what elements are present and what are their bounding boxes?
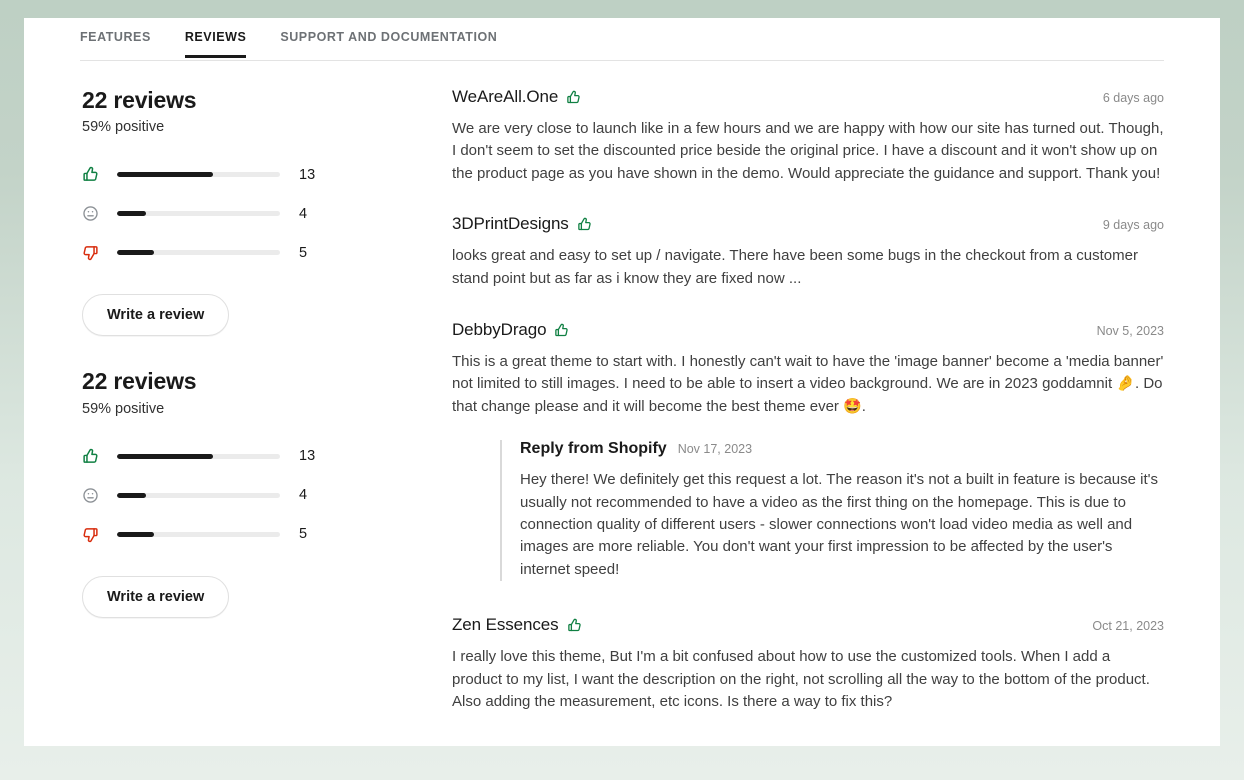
review-author-wrap: 3DPrintDesigns [452, 214, 592, 234]
rating-bar-track [117, 453, 280, 459]
positive-percentage: 59% positive [82, 119, 165, 136]
reply-body: Hey there! We definitely get this reques… [520, 471, 1159, 578]
rating-count-neutral: 4 [299, 487, 308, 504]
star-struck-emoji: 🤩 [843, 397, 862, 415]
write-a-review-button[interactable]: Write a review [82, 294, 230, 337]
review-author-name: WeAreAll.One [452, 87, 559, 106]
review-date: Oct 21, 2023 [1092, 619, 1164, 634]
rating-bar-fill [117, 250, 155, 256]
tab-features-label: FEATURES [80, 30, 151, 44]
thumbs-up-icon [577, 217, 592, 232]
thumbs-up-icon [82, 166, 108, 183]
rating-bar-track [117, 250, 280, 256]
review-author-wrap: DebbyDrago [452, 320, 569, 340]
shopify-reply: Reply from Shopify Nov 17, 2023 Hey ther… [500, 440, 1164, 582]
rating-bar-positive: 13 [82, 155, 452, 194]
review-body-part1: This is a great theme to start with. I h… [452, 353, 1164, 393]
review-item: 3DPrintDesigns 9 days ago looks great an… [452, 214, 1164, 290]
review-date: 6 days ago [1102, 91, 1164, 105]
review-count-heading: 22 reviews [82, 87, 197, 113]
tab-support-and-documentation-label: SUPPORT AND DOCUMENTATION [280, 30, 498, 44]
rating-bar-fill [117, 453, 214, 459]
review-item: DebbyDrago Nov 5, 2023 This is a great t… [452, 320, 1164, 582]
review-author-name: DebbyDrago [452, 320, 547, 340]
review-date: Nov 5, 2023 [1096, 324, 1164, 339]
rating-bar-positive: 13 [82, 437, 452, 476]
thumbs-up-icon [566, 90, 581, 105]
review-body: looks great and easy to set up / navigat… [452, 247, 1138, 287]
review-header: Zen Essences Oct 21, 2023 [452, 615, 1164, 635]
rating-bar-neutral: 4 [82, 476, 452, 515]
rating-bar-track [117, 172, 280, 178]
review-body: This is a great theme to start with. I h… [452, 351, 1164, 418]
page-columns: 22 reviews 59% positive 13 4 5 Write a r… [24, 61, 1220, 739]
review-summary-block: 22 reviews 59% positive 13 4 5 Write a r… [82, 87, 452, 337]
rating-count-positive: 13 [299, 448, 316, 465]
rating-bar-track [117, 492, 280, 498]
reply-header: Reply from Shopify Nov 17, 2023 [520, 440, 1164, 458]
review-body-part3: . [861, 397, 866, 415]
neutral-face-icon [82, 205, 108, 222]
rating-count-negative: 5 [299, 526, 308, 543]
rating-bar-fill [117, 531, 155, 537]
review-author-wrap: Zen Essences [452, 615, 582, 635]
review-body: We are very close to launch like in a fe… [452, 120, 1164, 182]
reply-date: Nov 17, 2023 [677, 442, 753, 457]
review-item: WeAreAll.One 6 days ago We are very clos… [452, 87, 1164, 185]
rating-bar-fill [117, 172, 214, 178]
review-summary-block: 22 reviews 59% positive 13 4 5 Write a r… [82, 368, 452, 618]
rating-bar-negative: 5 [82, 233, 452, 272]
thumbs-down-icon [82, 526, 108, 543]
tab-bar: FEATURES REVIEWS SUPPORT AND DOCUMENTATI… [80, 18, 1164, 61]
rating-count-neutral: 4 [299, 205, 308, 222]
pinched-fingers-emoji: 🤌 [1116, 375, 1135, 393]
rating-bar-fill [117, 211, 147, 217]
positive-percentage: 59% positive [82, 400, 165, 417]
reviews-summary-sidebar: 22 reviews 59% positive 13 4 5 Write a r… [80, 87, 452, 739]
review-item: Zen Essences Oct 21, 2023 I really love … [452, 615, 1164, 713]
thumbs-up-icon [567, 618, 582, 633]
review-header: 3DPrintDesigns 9 days ago [452, 214, 1164, 234]
reviews-page-card: FEATURES REVIEWS SUPPORT AND DOCUMENTATI… [24, 18, 1220, 746]
thumbs-down-icon [82, 244, 108, 261]
reviews-list: WeAreAll.One 6 days ago We are very clos… [452, 87, 1164, 739]
thumbs-up-icon [82, 448, 108, 465]
review-author-name: Zen Essences [452, 615, 559, 635]
review-header: DebbyDrago Nov 5, 2023 [452, 320, 1164, 340]
rating-bar-track [117, 531, 280, 537]
rating-bar-track [117, 211, 280, 217]
review-author-name: 3DPrintDesigns [452, 214, 569, 234]
write-a-review-button[interactable]: Write a review [82, 575, 230, 618]
rating-bar-negative: 5 [82, 515, 452, 554]
tab-reviews[interactable]: REVIEWS [184, 26, 247, 58]
rating-bar-neutral: 4 [82, 194, 452, 233]
tab-features[interactable]: FEATURES [80, 26, 151, 57]
rating-bar-fill [117, 492, 147, 498]
thumbs-up-icon [554, 323, 569, 338]
review-header: WeAreAll.One 6 days ago [452, 87, 1164, 107]
tab-reviews-label: REVIEWS [184, 30, 247, 44]
review-date: 9 days ago [1102, 218, 1164, 233]
review-body: I really love this theme, But I'm a bit … [452, 648, 1150, 711]
tab-support-and-documentation[interactable]: SUPPORT AND DOCUMENTATION [280, 26, 497, 57]
neutral-face-icon [82, 487, 108, 504]
reply-title: Reply from Shopify [520, 440, 667, 458]
rating-count-positive: 13 [299, 166, 316, 183]
review-author-wrap: WeAreAll.One [452, 87, 581, 107]
rating-count-negative: 5 [299, 244, 308, 261]
review-count-heading: 22 reviews [82, 368, 197, 395]
